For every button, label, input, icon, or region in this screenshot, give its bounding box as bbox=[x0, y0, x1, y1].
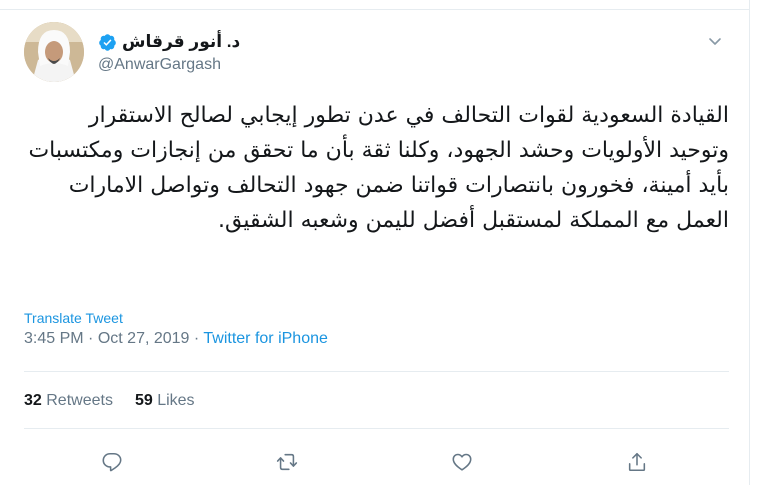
tweet-date[interactable]: Oct 27, 2019 bbox=[98, 330, 190, 347]
divider bbox=[24, 428, 729, 429]
author-name-row[interactable]: د. أنور قرقاش bbox=[98, 30, 240, 54]
tweet-stats: 32 Retweets 59 Likes bbox=[24, 392, 195, 410]
tweet-source-link[interactable]: Twitter for iPhone bbox=[203, 330, 328, 347]
retweets-count: 32 bbox=[24, 392, 42, 409]
retweets-label: Retweets bbox=[46, 392, 113, 409]
translate-tweet-link[interactable]: Translate Tweet bbox=[24, 310, 123, 326]
chevron-down-icon[interactable] bbox=[707, 33, 723, 49]
avatar[interactable] bbox=[24, 22, 84, 82]
top-divider bbox=[0, 0, 750, 10]
likes-label: Likes bbox=[157, 392, 195, 409]
tweet-card: د. أنور قرقاش @AnwarGargash القيادة السع… bbox=[0, 0, 768, 485]
retweets-stat[interactable]: 32 Retweets bbox=[24, 392, 113, 410]
retweet-icon[interactable] bbox=[275, 450, 299, 474]
like-icon[interactable] bbox=[450, 450, 474, 474]
tweet-meta: 3:45 PM · Oct 27, 2019 · Twitter for iPh… bbox=[24, 330, 328, 348]
likes-stat[interactable]: 59 Likes bbox=[135, 392, 195, 410]
right-border bbox=[749, 0, 750, 485]
tweet-text: القيادة السعودية لقوات التحالف في عدن تط… bbox=[28, 103, 729, 233]
likes-count: 59 bbox=[134, 392, 153, 409]
verified-badge-icon bbox=[98, 33, 117, 52]
tweet-time[interactable]: 3:45 PM bbox=[24, 330, 84, 347]
meta-separator: · bbox=[88, 330, 94, 347]
author-display-name[interactable]: د. أنور قرقاش bbox=[122, 32, 240, 52]
meta-separator: · bbox=[193, 330, 200, 347]
author-handle[interactable]: @AnwarGargash bbox=[98, 56, 221, 74]
share-icon[interactable] bbox=[625, 450, 649, 474]
divider bbox=[24, 371, 729, 372]
reply-icon[interactable] bbox=[100, 450, 124, 474]
